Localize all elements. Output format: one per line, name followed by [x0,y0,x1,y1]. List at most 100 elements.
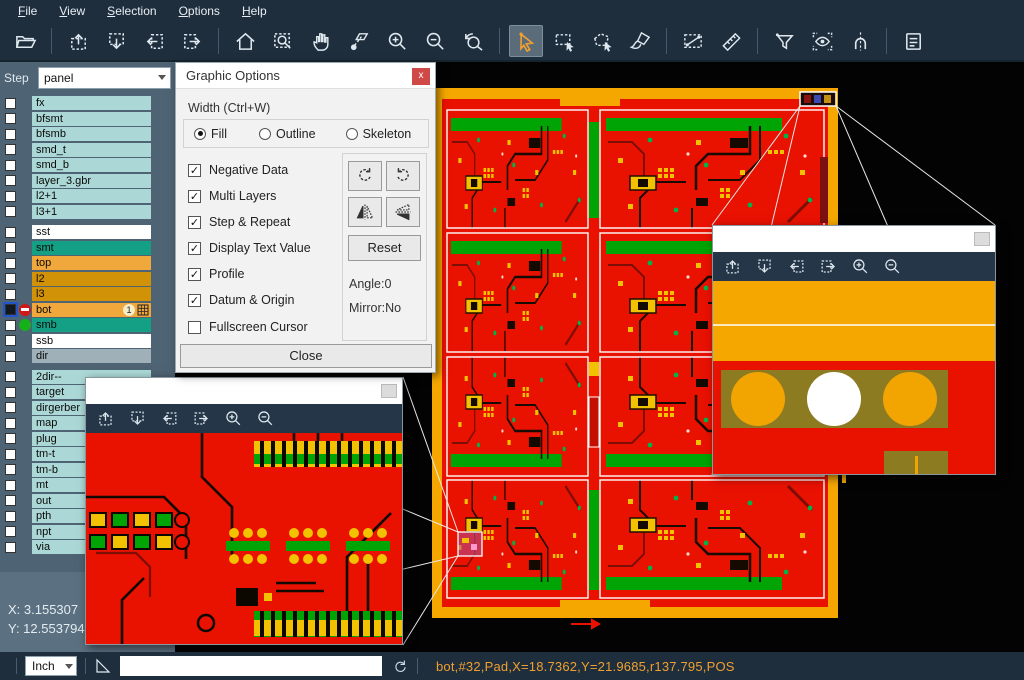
pan-right-icon[interactable] [192,409,211,428]
zoom-out-icon[interactable] [883,257,902,276]
menu-options[interactable]: Options [169,2,230,20]
checkbox-display-text-value[interactable]: Display Text Value [188,241,311,255]
pan-right-button[interactable] [175,25,209,57]
unit-select[interactable]: Inch [25,656,77,676]
layer-label[interactable]: dir [32,349,151,363]
layer-checkbox[interactable] [5,175,16,186]
select-cursor-button[interactable] [509,25,543,57]
command-input[interactable] [120,656,382,676]
select-rect-button[interactable] [547,25,581,57]
layer-checkbox[interactable] [5,191,16,202]
pan-right-icon[interactable] [819,257,838,276]
pan-down-icon[interactable] [755,257,774,276]
pan-down-button[interactable] [99,25,133,57]
layer-checkbox[interactable] [5,480,16,491]
mirror-horizontal-button[interactable] [348,197,382,227]
ruler-button[interactable] [714,25,748,57]
measure-diagonal-button[interactable] [676,25,710,57]
reset-button[interactable]: Reset [348,235,421,261]
checkbox-fullscreen-cursor[interactable]: Fullscreen Cursor [188,320,308,334]
zoom-in-icon[interactable] [851,257,870,276]
pan-up-icon[interactable] [96,409,115,428]
layer-label[interactable]: layer_3.gbr [32,174,151,188]
window-button[interactable] [381,384,397,398]
layer-label[interactable]: l2+1 [32,189,151,203]
zoom-in-button[interactable] [380,25,414,57]
menu-view[interactable]: View [49,2,95,20]
pan-left-icon[interactable] [160,409,179,428]
select-poly-button[interactable] [585,25,619,57]
layer-label[interactable]: l3+1 [32,205,151,219]
layer-checkbox[interactable] [5,258,16,269]
checkbox-step-repeat[interactable]: Step & Repeat [188,215,290,229]
layer-checkbox[interactable] [5,387,16,398]
mirror-vertical-button[interactable] [386,197,420,227]
brush-button[interactable] [623,25,657,57]
radio-outline[interactable]: Outline [259,127,316,141]
step-select[interactable]: panel [38,67,171,89]
pan-left-button[interactable] [137,25,171,57]
report-button[interactable] [896,25,930,57]
layer-checkbox[interactable] [5,113,16,124]
refresh-icon[interactable] [392,658,409,675]
checkbox-multi-layers[interactable]: Multi Layers [188,189,276,203]
zoom-window-button[interactable] [266,25,300,57]
window-title-bar[interactable] [86,378,402,404]
layer-checkbox[interactable] [5,351,16,362]
layer-checkbox[interactable] [5,144,16,155]
layer-checkbox[interactable] [5,449,16,460]
pan-hand-button[interactable] [304,25,338,57]
checkbox-negative-data[interactable]: Negative Data [188,163,288,177]
layer-label[interactable]: bfsmt [32,112,151,126]
layer-label[interactable]: ssb [32,334,151,348]
menu-help[interactable]: Help [232,2,277,20]
radio-fill[interactable]: Fill [194,127,227,141]
layer-checkbox[interactable] [5,433,16,444]
layer-checkbox[interactable] [5,526,16,537]
layer-label[interactable]: l2 [32,272,151,286]
pan-left-icon[interactable] [787,257,806,276]
layer-checkbox[interactable] [5,206,16,217]
pan-up-icon[interactable] [723,257,742,276]
layer-checkbox[interactable] [5,129,16,140]
zoom-view-left[interactable] [86,433,402,649]
layer-label[interactable]: sst [32,225,151,239]
layer-checkbox[interactable] [5,304,16,315]
zoom-view-right[interactable] [713,281,995,479]
layer-checkbox[interactable] [5,160,16,171]
rotate-ccw-button[interactable] [386,161,420,191]
layer-checkbox[interactable] [5,418,16,429]
trace-search-button[interactable] [843,25,877,57]
layer-label[interactable]: l3 [32,287,151,301]
layer-checkbox[interactable] [5,227,16,238]
layer-label[interactable]: bfsmb [32,127,151,141]
layer-checkbox[interactable] [5,371,16,382]
zoom-previous-button[interactable] [456,25,490,57]
layer-checkbox[interactable] [5,542,16,553]
filter-button[interactable] [767,25,801,57]
layer-label[interactable]: smb [32,318,151,332]
checkbox-profile[interactable]: Profile [188,267,244,281]
dialog-close-button[interactable]: x [412,68,430,85]
layer-checkbox[interactable] [5,242,16,253]
menu-selection[interactable]: Selection [97,2,166,20]
layer-checkbox[interactable] [5,289,16,300]
checkbox-datum-origin[interactable]: Datum & Origin [188,293,294,307]
layer-checkbox[interactable] [5,511,16,522]
layer-checkbox[interactable] [5,98,16,109]
zoom-out-icon[interactable] [256,409,275,428]
layer-checkbox[interactable] [5,335,16,346]
zoom-out-button[interactable] [418,25,452,57]
zoom-drag-button[interactable] [342,25,376,57]
layer-checkbox[interactable] [5,495,16,506]
view-eye-button[interactable] [805,25,839,57]
open-button[interactable] [8,25,42,57]
radio-skeleton[interactable]: Skeleton [346,127,412,141]
pan-up-button[interactable] [61,25,95,57]
zoom-in-icon[interactable] [224,409,243,428]
layer-checkbox[interactable] [5,402,16,413]
layer-label[interactable]: smd_b [32,158,151,172]
layer-checkbox[interactable] [5,320,16,331]
home-view-button[interactable] [228,25,262,57]
rotate-cw-button[interactable] [348,161,382,191]
